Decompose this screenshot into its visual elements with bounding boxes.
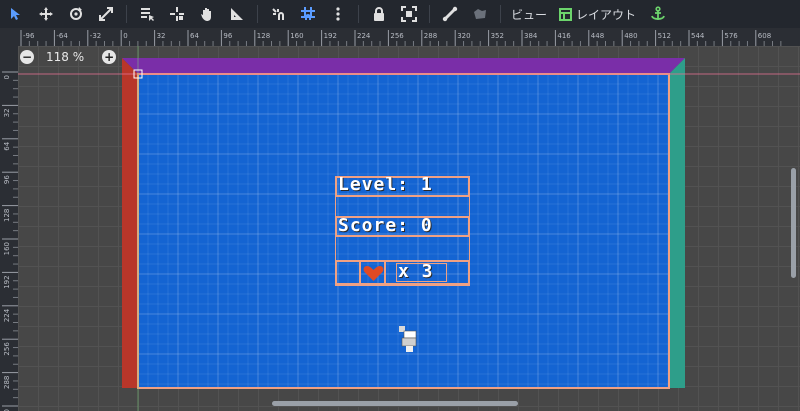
horizontal-scrollbar[interactable] [272, 401, 518, 406]
ruler-tick-label: 480 [624, 32, 637, 40]
grid-snap-icon[interactable] [298, 4, 318, 24]
ruler-tick-label: 544 [691, 32, 705, 40]
ruler-tick-label: -32 [90, 32, 101, 40]
toolbar-separator [500, 5, 501, 23]
ruler-tick-label: 0 [3, 75, 11, 79]
view-menu[interactable]: ビュー [511, 6, 547, 23]
top-wall [122, 58, 685, 74]
ruler-tick-label: 256 [390, 32, 404, 40]
hud-lives-label: x 3 [398, 261, 434, 282]
ruler-tick-label: 320 [457, 32, 470, 40]
layout-icon [559, 7, 573, 21]
canvas-viewport[interactable]: Level: 1 Score: 0 x 3 [18, 46, 800, 411]
camera-icon[interactable] [470, 4, 490, 24]
horizontal-ruler[interactable]: -96 -64 -32 0 32 64 96 128 160 192 224 256 288 320 352… [18, 28, 800, 46]
ruler-tick-label: 288 [3, 376, 11, 389]
vertical-ruler[interactable]: 0326496128160192224256288320 [0, 28, 18, 411]
ruler-tick-label: 192 [324, 32, 337, 40]
zoom-out-label: − [21, 50, 33, 64]
ruler-icon[interactable] [227, 4, 247, 24]
group-icon[interactable] [399, 4, 419, 24]
ruler-tick-label: 96 [3, 175, 11, 184]
heart-icon [363, 266, 384, 281]
ruler-tick-label: 608 [758, 32, 771, 40]
ruler-tick-label: -96 [23, 32, 35, 40]
ruler-tick-label: 256 [3, 342, 11, 356]
zoom-level[interactable]: 118 % [46, 50, 84, 64]
select-icon[interactable] [6, 4, 26, 24]
ruler-tick-label: 416 [557, 32, 571, 40]
rotate-icon[interactable] [66, 4, 86, 24]
list-select-icon[interactable] [137, 4, 157, 24]
ruler-tick-label: 576 [724, 32, 738, 40]
lock-icon[interactable] [369, 4, 389, 24]
ruler-tick-label: 128 [257, 32, 270, 40]
ruler-tick-label: 96 [223, 32, 232, 40]
pan-icon[interactable] [197, 4, 217, 24]
ruler-tick-label: 64 [190, 32, 199, 40]
ruler-tick-label: 352 [491, 32, 504, 40]
ruler-tick-label: 160 [3, 242, 11, 255]
pivot-icon[interactable] [167, 4, 187, 24]
scale-icon[interactable] [96, 4, 116, 24]
ruler-tick-label: 448 [591, 32, 604, 40]
hud-heart-slot[interactable] [359, 260, 386, 285]
move-icon[interactable] [36, 4, 56, 24]
ruler-tick-label: 64 [3, 141, 11, 150]
ruler-tick-label: 192 [3, 275, 11, 288]
zoom-out-button[interactable]: − [20, 50, 34, 64]
editor-toolbar: ビュー レイアウト [0, 0, 800, 28]
toolbar-separator [257, 5, 258, 23]
zoom-in-label: + [104, 50, 115, 64]
right-wall [669, 58, 685, 388]
ruler-tick-label: 160 [290, 32, 303, 40]
ruler-tick-label: 384 [524, 32, 538, 40]
smart-snap-icon[interactable] [268, 4, 288, 24]
ruler-tick-label: 128 [3, 209, 11, 222]
ruler-tick-label: 32 [3, 108, 11, 117]
zoom-in-button[interactable]: + [102, 50, 117, 64]
left-wall [122, 58, 138, 388]
ruler-tick-label: 512 [658, 32, 671, 40]
ruler-tick-label: 224 [357, 32, 371, 40]
ruler-tick-label: 224 [3, 308, 11, 322]
anchor-icon[interactable] [648, 4, 668, 24]
ruler-tick-label: 32 [157, 32, 166, 40]
ruler-tick-label: 0 [123, 32, 127, 40]
view-menu-label: ビュー [511, 7, 548, 22]
toolbar-separator [126, 5, 127, 23]
ruler-tick-label: -64 [56, 32, 68, 40]
vertical-scrollbar[interactable] [791, 168, 796, 278]
zoom-controls: − 118 % + [20, 48, 117, 66]
skeleton-icon[interactable] [440, 4, 460, 24]
toolbar-separator [429, 5, 430, 23]
layout-menu-label: レイアウト [576, 7, 637, 22]
toolbar-separator [358, 5, 359, 23]
ruler-tick-label: 288 [424, 32, 437, 40]
layout-menu[interactable]: レイアウト [559, 6, 636, 23]
more-options-icon[interactable] [328, 4, 348, 24]
